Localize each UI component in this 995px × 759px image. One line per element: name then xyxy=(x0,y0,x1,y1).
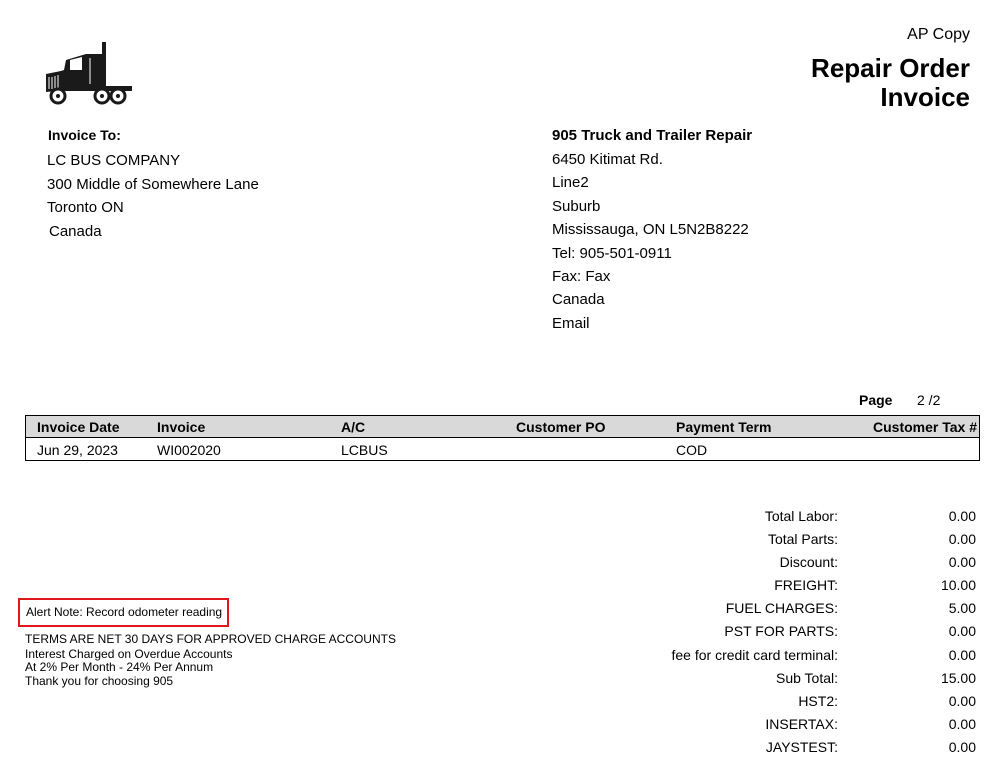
total-row: PST FOR PARTS: 0.00 xyxy=(640,620,976,643)
table-cell: Jun 29, 2023 xyxy=(25,437,157,461)
total-label: PST FOR PARTS: xyxy=(724,623,838,640)
semi-truck-icon xyxy=(44,40,132,108)
total-label: INSERTAX: xyxy=(765,715,838,732)
terms-line: Interest Charged on Overdue Accounts xyxy=(25,646,233,661)
total-label: Sub Total: xyxy=(775,669,838,686)
column-header: Payment Term xyxy=(676,415,861,438)
table-cell: COD xyxy=(676,437,861,461)
total-value: 0.00 xyxy=(948,646,976,663)
total-row: INSERTAX: 0.00 xyxy=(640,713,976,736)
column-header: Customer Tax # xyxy=(861,415,980,438)
total-label: FUEL CHARGES: xyxy=(725,600,838,617)
total-value: 0.00 xyxy=(948,692,976,709)
bill-to-line: Canada xyxy=(49,222,102,240)
total-row: fee for credit card terminal: 0.00 xyxy=(640,644,976,667)
bill-to-line: 300 Middle of Somewhere Lane xyxy=(47,175,259,193)
total-value: 15.00 xyxy=(940,669,976,686)
total-value: 0.00 xyxy=(948,623,976,640)
total-label: Total Parts: xyxy=(767,531,838,548)
total-label: fee for credit card terminal: xyxy=(671,646,838,663)
document-title: Repair Order Invoice xyxy=(811,54,970,112)
table-header-row: Invoice Date Invoice A/C Customer PO Pay… xyxy=(25,415,980,438)
page-label: Page xyxy=(859,392,893,408)
total-value: 5.00 xyxy=(948,600,976,617)
total-row: Discount: 0.00 xyxy=(640,551,976,574)
total-row: HST2: 0.00 xyxy=(640,690,976,713)
total-label: Discount: xyxy=(779,554,838,571)
total-row: Total Parts: 0.00 xyxy=(640,528,976,551)
company-line: Suburb xyxy=(552,197,601,215)
total-value: 10.00 xyxy=(940,577,976,594)
alert-note: Alert Note: Record odometer reading xyxy=(18,598,229,627)
total-label: FREIGHT: xyxy=(774,577,838,594)
terms-line: Thank you for choosing 905 xyxy=(25,673,174,688)
bill-to-line: Toronto ON xyxy=(47,199,124,216)
terms-line: At 2% Per Month - 24% Per Annum xyxy=(25,660,214,674)
title-line-2: Invoice xyxy=(880,82,970,112)
title-line-1: Repair Order xyxy=(811,53,970,83)
table-row: Jun 29, 2023 WI002020 LCBUS COD xyxy=(25,437,980,461)
page-indicator: Page 2 /2 xyxy=(859,392,940,408)
total-row: FREIGHT: 10.00 xyxy=(640,574,976,597)
invoice-info-table: Invoice Date Invoice A/C Customer PO Pay… xyxy=(25,415,980,461)
totals-block: Total Labor: 0.00 Total Parts: 0.00 Discou… xyxy=(640,505,976,759)
total-value: 0.00 xyxy=(948,715,976,732)
company-line: Tel: 905-501-0911 xyxy=(552,244,672,262)
bill-to-block: Invoice To: LC BUS COMPANY 300 Middle of… xyxy=(47,127,259,243)
company-block: 905 Truck and Trailer Repair 6450 Kitima… xyxy=(552,127,752,335)
total-row: FUEL CHARGES: 5.00 xyxy=(640,597,976,620)
column-header: Customer PO xyxy=(516,415,676,438)
company-line: Line2 xyxy=(552,174,589,192)
bill-to-heading: Invoice To: xyxy=(48,127,121,143)
company-line: Canada xyxy=(552,291,605,309)
total-value: 0.00 xyxy=(948,554,976,571)
table-cell xyxy=(861,437,980,461)
table-cell: WI002020 xyxy=(157,437,341,461)
total-row: Sub Total: 15.00 xyxy=(640,667,976,690)
column-header: A/C xyxy=(341,415,516,438)
terms-line: TERMS ARE NET 30 DAYS FOR APPROVED CHARG… xyxy=(25,632,396,646)
terms-block: TERMS ARE NET 30 DAYS FOR APPROVED CHARG… xyxy=(25,632,396,688)
column-header: Invoice xyxy=(157,415,341,438)
column-header: Invoice Date xyxy=(25,415,157,438)
company-name: 905 Truck and Trailer Repair xyxy=(552,127,753,144)
bill-to-line: LC BUS COMPANY xyxy=(47,152,181,169)
total-label: HST2: xyxy=(798,692,838,709)
company-line: Fax: Fax xyxy=(552,267,611,285)
table-cell: LCBUS xyxy=(341,437,516,461)
copy-label: AP Copy xyxy=(907,26,970,43)
company-line: Mississauga, ON L5N2B8222 xyxy=(552,221,749,239)
company-line: Email xyxy=(552,314,590,332)
total-row: Total Labor: 0.00 xyxy=(640,505,976,528)
page-value: 2 /2 xyxy=(917,392,941,408)
table-cell xyxy=(516,437,676,461)
total-label: Total Labor: xyxy=(764,508,838,524)
total-value: 0.00 xyxy=(948,508,976,524)
company-line: 6450 Kitimat Rd. xyxy=(552,151,663,168)
total-value: 0.00 xyxy=(948,531,976,548)
